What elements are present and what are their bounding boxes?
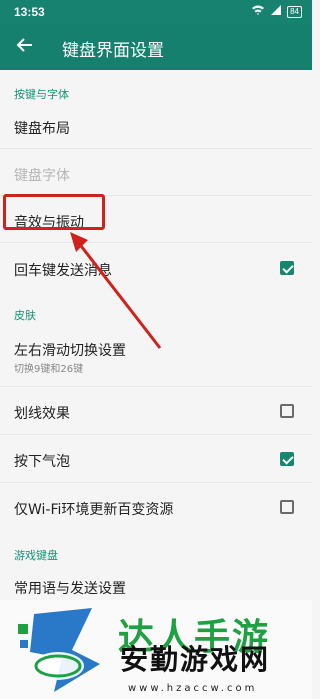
section-game-keyboard: 游戏键盘	[14, 549, 58, 562]
divider	[0, 148, 312, 149]
common-phrases-item[interactable]: 常用语与发送设置	[14, 578, 126, 598]
annotation-highlight-box	[3, 194, 105, 230]
wifi-update-checkbox[interactable]	[280, 500, 294, 514]
section-skin: 皮肤	[14, 309, 36, 322]
press-bubble-item[interactable]: 按下气泡	[14, 451, 70, 471]
divider	[0, 434, 312, 435]
enter-send-item[interactable]: 回车键发送消息	[14, 260, 112, 280]
swipe-effect-item[interactable]: 划线效果	[14, 403, 70, 423]
divider	[0, 482, 312, 483]
divider	[0, 386, 312, 387]
signal-icon	[270, 4, 282, 19]
watermark-bottom-text: 安勤游戏网	[120, 643, 271, 676]
battery-icon: 84	[287, 5, 302, 18]
keyboard-font-item[interactable]: 键盘字体	[14, 165, 70, 185]
keyboard-layout-item[interactable]: 键盘布局	[14, 118, 70, 138]
app-bar: 键盘界面设置	[0, 24, 312, 70]
press-bubble-checkbox[interactable]	[280, 452, 294, 466]
section-keys-fonts: 按键与字体	[14, 88, 69, 101]
watermark-url: www.hzaccw.com	[128, 683, 258, 694]
status-bar: 13:53 84	[0, 0, 312, 24]
enter-send-checkbox[interactable]	[280, 261, 294, 275]
page-title: 键盘界面设置	[62, 41, 164, 61]
wifi-update-item[interactable]: 仅Wi-Fi环境更新百变资源	[14, 499, 173, 519]
swipe-switch-subtitle: 切换9键和26键	[14, 364, 84, 375]
watermark-logo	[18, 608, 100, 692]
status-time: 13:53	[14, 5, 45, 19]
wifi-icon	[251, 4, 265, 19]
status-icons: 84	[251, 4, 302, 19]
back-arrow-icon[interactable]	[14, 34, 36, 56]
swipe-effect-checkbox[interactable]	[280, 404, 294, 418]
divider	[0, 242, 312, 243]
swipe-switch-item[interactable]: 左右滑动切换设置	[14, 340, 126, 360]
